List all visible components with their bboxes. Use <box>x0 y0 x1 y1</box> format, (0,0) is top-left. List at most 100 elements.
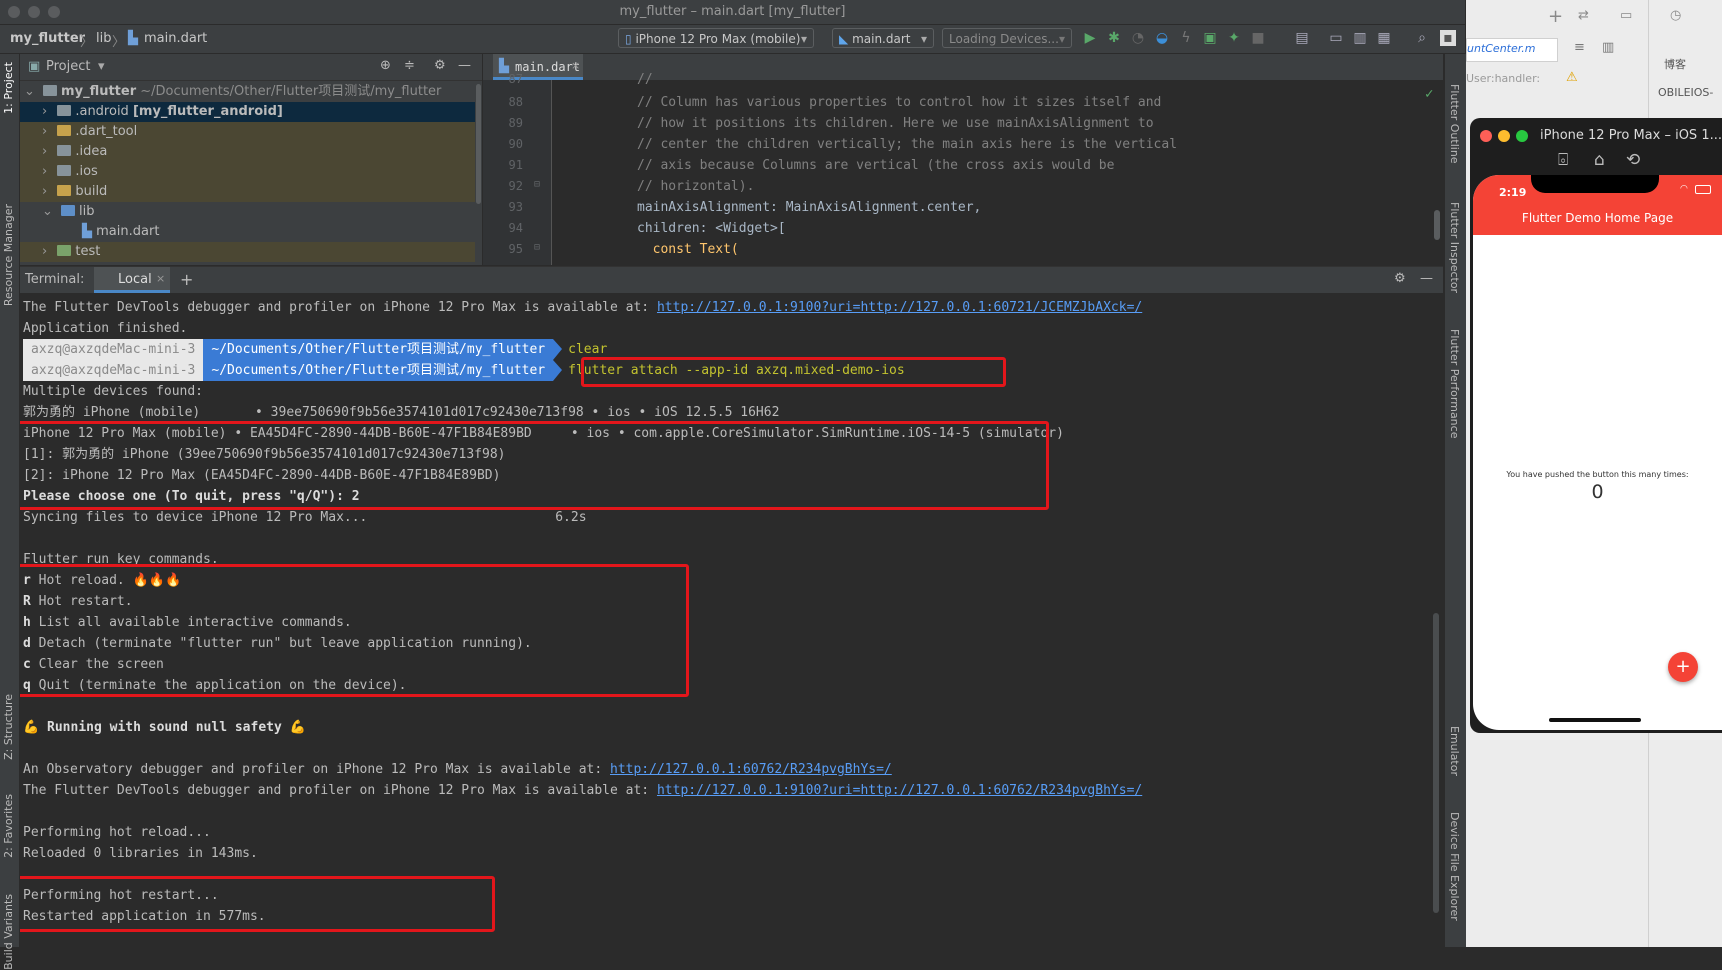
project-view-label[interactable]: Project <box>46 59 90 74</box>
code-line: const Text( <box>637 242 739 257</box>
code-line: // axis because Columns are vertical (th… <box>637 158 1115 173</box>
project-panel-header: ▣ Project ▾ ⊕ ≑ ⚙ — <box>20 54 482 81</box>
tool-tab-device-file-explorer[interactable]: Device File Explorer <box>1448 812 1461 921</box>
tree-root[interactable]: ⌄ my_flutter ~/Documents/Other/Flutter项目… <box>20 82 475 102</box>
terminal-output[interactable]: The Flutter DevTools debugger and profil… <box>20 293 1443 947</box>
tool-tab-project[interactable]: 1: Project <box>2 62 15 114</box>
xcode-split-icon[interactable]: ▥ <box>1602 40 1614 55</box>
tree-item-build[interactable]: › build <box>20 182 475 202</box>
increment-fab[interactable]: + <box>1668 652 1698 682</box>
hide-icon[interactable]: — <box>458 58 471 73</box>
chevron-down-icon: ⌄ <box>42 204 53 219</box>
device-manager-icon[interactable]: ▥ <box>1352 30 1368 46</box>
screenshot-icon[interactable]: ⌻ <box>1558 150 1568 170</box>
gear-icon[interactable]: ⚙ <box>1394 271 1406 286</box>
tree-item-android[interactable]: › .android [my_flutter_android] <box>20 102 475 122</box>
highlight-hot-restart <box>20 876 495 932</box>
debug-icon[interactable]: ✱ <box>1106 30 1122 46</box>
counter-label: You have pushed the button this many tim… <box>1506 470 1689 479</box>
locate-icon[interactable]: ⊕ <box>380 58 391 73</box>
tab-local-label: Local <box>118 272 152 287</box>
tree-item-idea[interactable]: › .idea <box>20 142 475 162</box>
tool-tab-structure[interactable]: Z: Structure <box>2 694 15 760</box>
hide-icon[interactable]: — <box>1420 271 1433 286</box>
xcode-list-icon[interactable]: ≡ <box>1574 40 1585 55</box>
navigation-toolbar: my_flutter 〉 lib 〉 ▙ main.dart ▯ iPhone … <box>0 25 1465 54</box>
xcode-file-tab[interactable]: untCenter.m <box>1466 38 1558 62</box>
run-config-selector[interactable]: ◣ main.dart ▾ <box>832 28 934 48</box>
avatar[interactable]: ▪ <box>1440 30 1456 46</box>
highlight-attach-command <box>581 357 1006 387</box>
close-window-button[interactable] <box>1480 130 1492 142</box>
tree-item-ios[interactable]: › .ios <box>20 162 475 182</box>
sdk-manager-icon[interactable]: ▦ <box>1376 30 1392 46</box>
tab-local[interactable]: Local × <box>94 267 170 293</box>
collapse-icon[interactable]: ≑ <box>404 58 415 73</box>
tool-tab-build-variants[interactable]: Build Variants <box>2 894 15 970</box>
folder-icon <box>57 185 72 196</box>
breadcrumb-project[interactable]: my_flutter <box>10 31 85 46</box>
run-icon[interactable]: ▶ <box>1082 30 1098 46</box>
warning-icon: ⚠ <box>1566 70 1578 85</box>
code-line: children: <Widget>[ <box>637 221 786 236</box>
tree-item-test[interactable]: › test <box>20 242 475 262</box>
chevron-down-icon[interactable]: ▾ <box>98 59 105 74</box>
tool-tab-flutter-inspector[interactable]: Flutter Inspector <box>1448 202 1461 293</box>
close-icon[interactable]: × <box>156 272 165 285</box>
tree-item-dart-tool[interactable]: › .dart_tool <box>20 122 475 142</box>
coverage-icon[interactable]: ◒ <box>1154 30 1170 46</box>
home-icon[interactable]: ⌂ <box>1594 150 1605 170</box>
devtools-link[interactable]: http://127.0.0.1:9100?uri=http://127.0.0… <box>657 300 1142 315</box>
breadcrumb-file[interactable]: main.dart <box>144 31 207 46</box>
line-number: 93 <box>508 200 523 214</box>
search-icon[interactable]: ⌕ <box>1414 30 1430 46</box>
title-bar: my_flutter – main.dart [my_flutter] <box>0 0 1465 25</box>
line-number: 92 <box>508 179 523 193</box>
swap-icon[interactable]: ⇄ <box>1578 8 1589 23</box>
close-icon[interactable]: × <box>571 59 580 72</box>
inspector-toggle-icon[interactable]: ▭ <box>1620 8 1632 23</box>
profile-icon[interactable]: ◔ <box>1130 30 1146 46</box>
android-icon[interactable]: ✦ <box>1226 30 1242 46</box>
stop-icon[interactable]: ■ <box>1250 30 1266 46</box>
project-panel: ▣ Project ▾ ⊕ ≑ ⚙ — ⌄ my_flutter ~/Docum… <box>20 54 482 265</box>
history-icon[interactable]: ◷ <box>1670 8 1681 23</box>
loading-devices-selector[interactable]: Loading Devices... ▾ <box>942 28 1072 48</box>
layout-icon[interactable]: ▭ <box>1328 30 1344 46</box>
hot-reload-icon[interactable]: ϟ <box>1178 30 1194 46</box>
right-tool-stripe: Flutter Outline Flutter Inspector Flutte… <box>1444 54 1466 947</box>
attach-icon[interactable]: ▣ <box>1202 30 1218 46</box>
tool-tab-flutter-performance[interactable]: Flutter Performance <box>1448 329 1461 438</box>
breadcrumb-separator-icon: 〉 <box>80 35 94 50</box>
gear-icon[interactable]: ⚙ <box>434 58 446 73</box>
device-selector[interactable]: ▯ iPhone 12 Pro Max (mobile) ▾ <box>618 28 814 48</box>
fold-icon[interactable]: ⊟ <box>534 242 540 253</box>
tree-item-lib[interactable]: ⌄ lib <box>20 202 475 222</box>
tool-tab-flutter-outline[interactable]: Flutter Outline <box>1448 84 1461 164</box>
tree-item-main-dart[interactable]: ▙ main.dart <box>20 222 475 242</box>
tree-item-label: test <box>75 244 101 259</box>
fold-icon[interactable]: ⊟ <box>534 179 540 190</box>
minimize-window-button[interactable] <box>1498 130 1510 142</box>
project-structure-icon[interactable]: ▤ <box>1294 30 1310 46</box>
tool-tab-emulator[interactable]: Emulator <box>1448 726 1461 776</box>
devtools-link[interactable]: http://127.0.0.1:9100?uri=http://127.0.0… <box>657 783 1142 798</box>
add-icon[interactable]: + <box>1548 6 1563 27</box>
add-terminal-icon[interactable]: + <box>180 270 193 289</box>
terminal-line: 💪 Running with sound null safety 💪 <box>23 720 306 735</box>
tree-root-label: my_flutter <box>61 84 137 99</box>
code-editor[interactable]: 87 88 89 90 91 92 93 94 95 ⊟ ⊟ // // Col… <box>483 72 1443 265</box>
terminal-line: Application finished. <box>23 321 188 336</box>
project-scrollbar[interactable] <box>476 84 481 204</box>
home-indicator <box>1549 718 1641 722</box>
tool-tab-resource-manager[interactable]: Resource Manager <box>2 204 15 306</box>
breadcrumb-folder[interactable]: lib <box>96 31 111 46</box>
zoom-window-button[interactable] <box>1516 130 1528 142</box>
editor-scrollbar[interactable] <box>1434 210 1440 240</box>
rotate-icon[interactable]: ⟲ <box>1626 150 1640 170</box>
observatory-link[interactable]: http://127.0.0.1:60762/R234pvgBhYs=/ <box>610 762 892 777</box>
terminal-scrollbar[interactable] <box>1433 613 1439 913</box>
terminal-prompt-line: axzq@axzqdeMac-mini-3 ~/Documents/Other/F… <box>23 339 607 360</box>
tool-tab-favorites[interactable]: 2: Favorites <box>2 794 15 858</box>
dart-file-icon: ▙ <box>128 31 138 46</box>
